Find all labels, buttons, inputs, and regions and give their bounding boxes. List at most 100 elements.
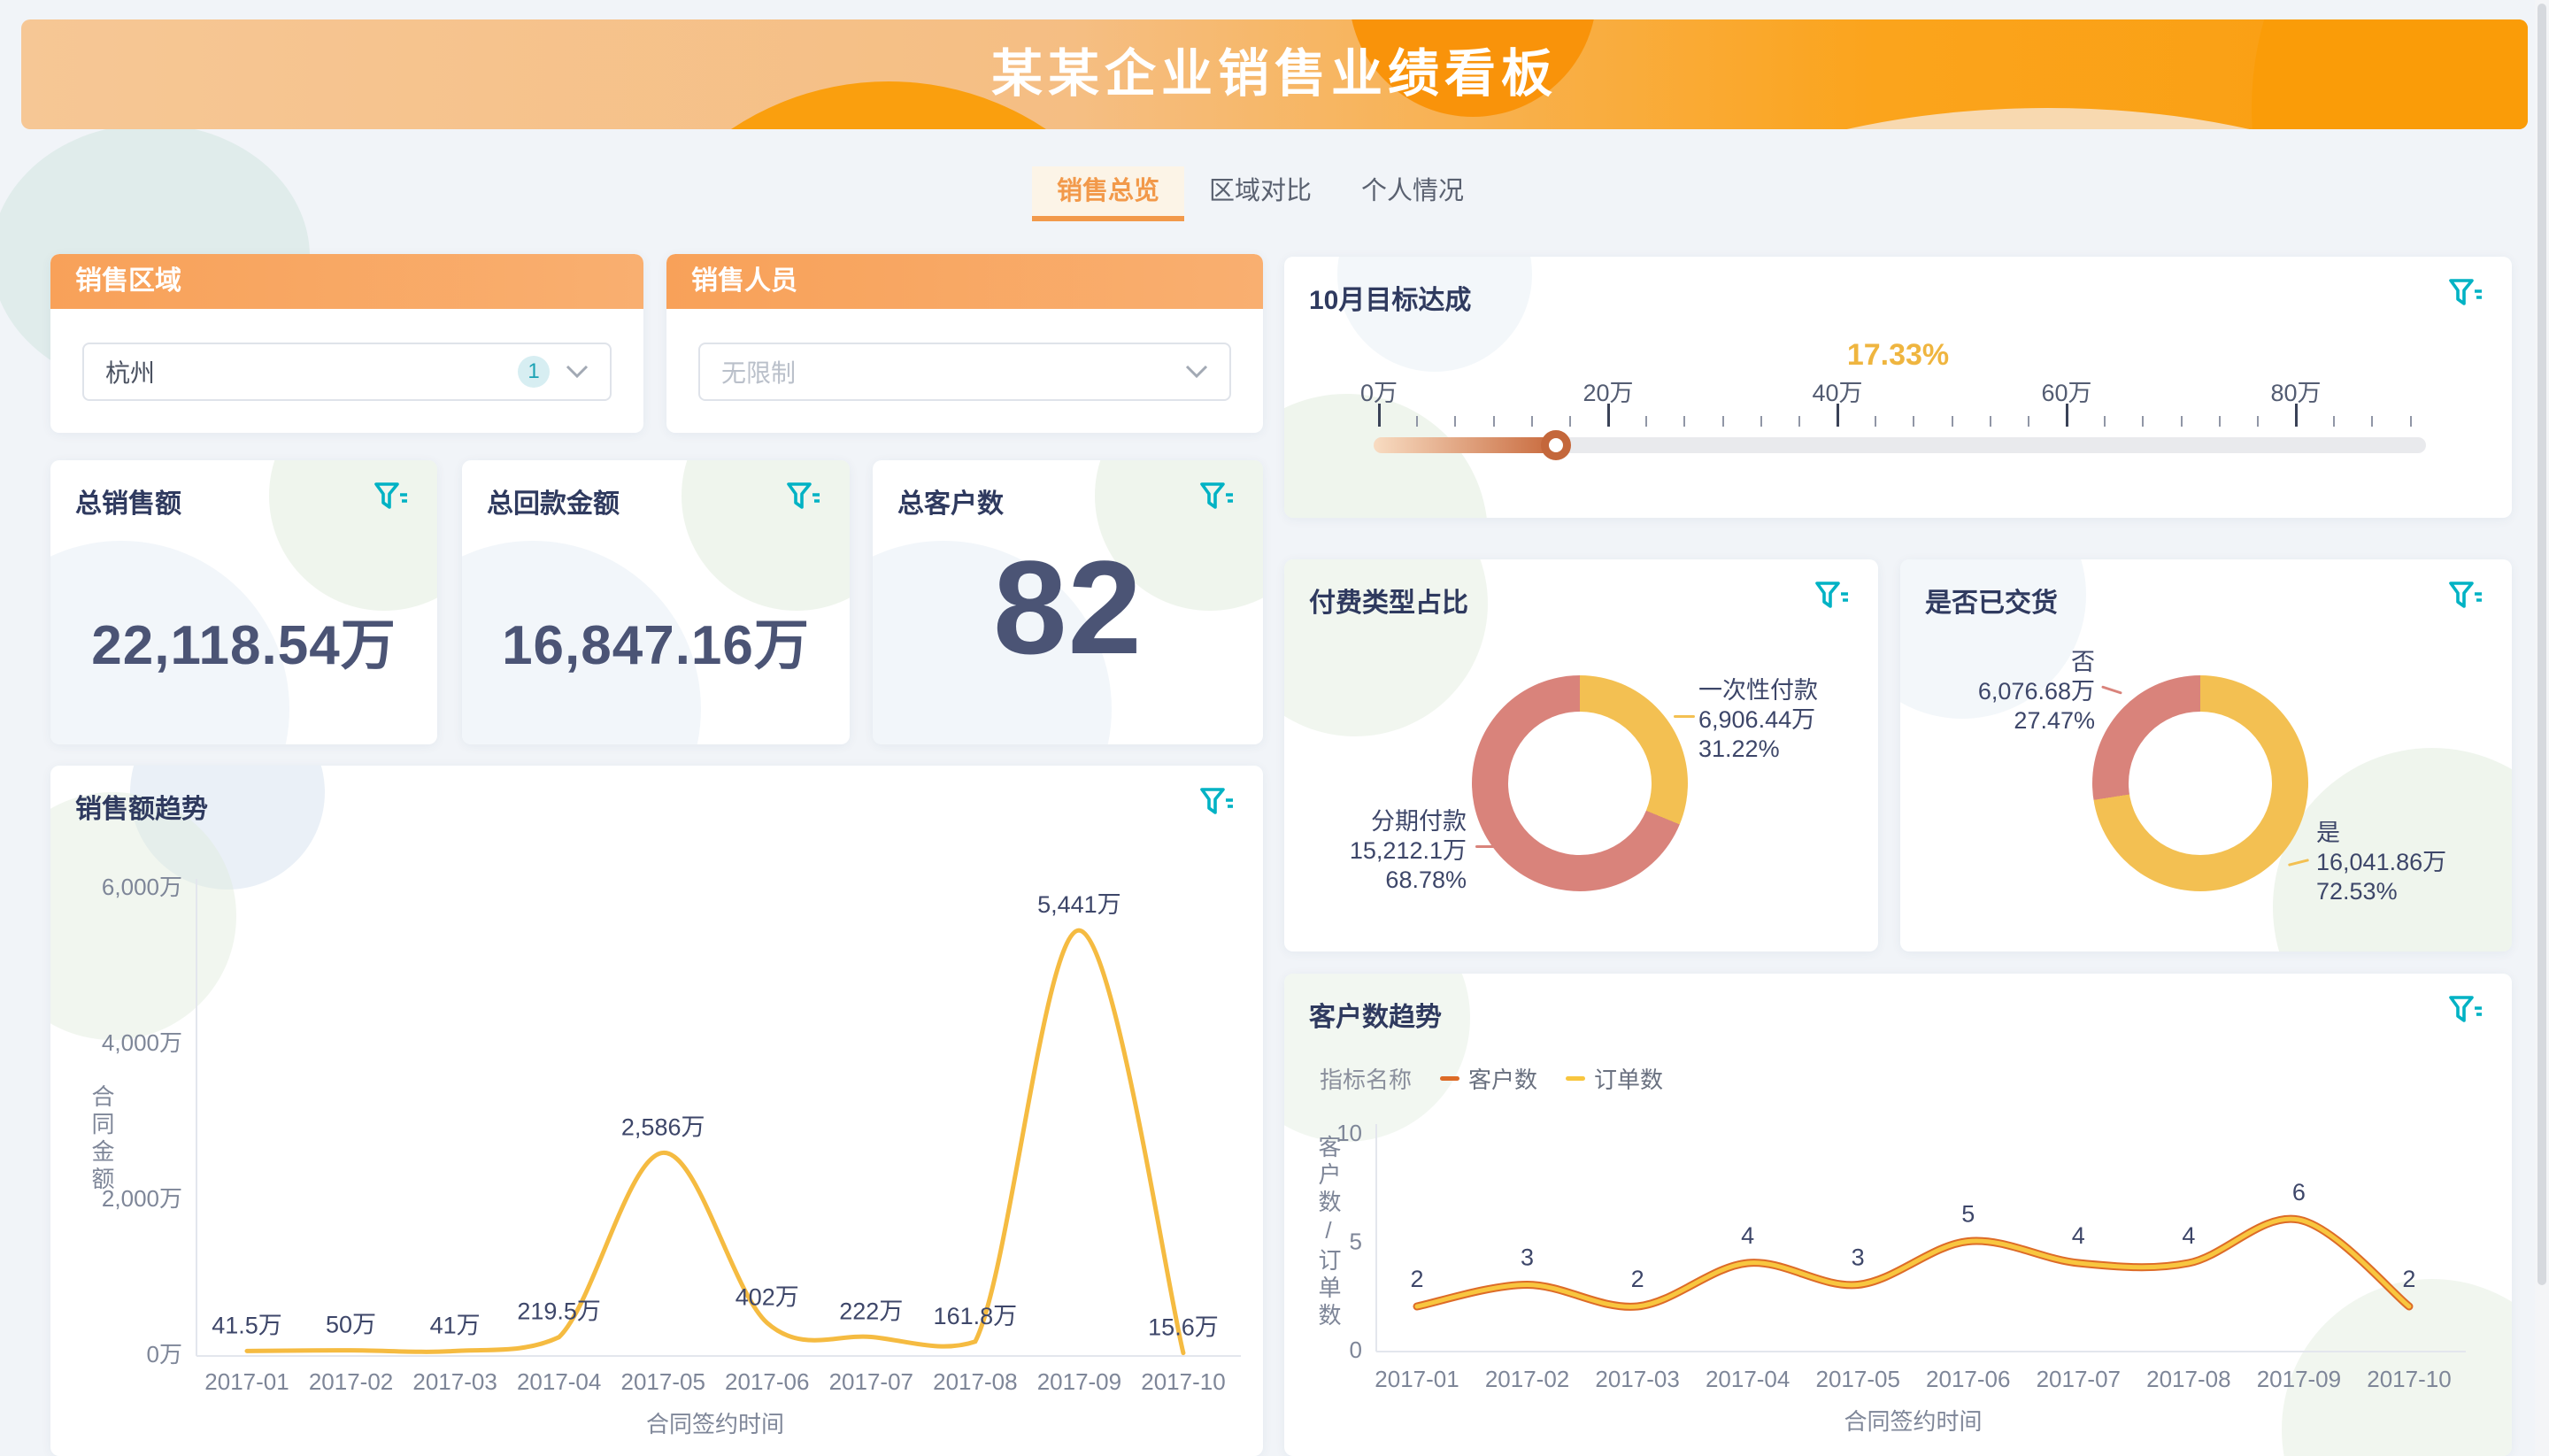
svg-text:2: 2 — [2402, 1266, 2415, 1292]
filter-funnel-icon[interactable] — [2448, 995, 2484, 1027]
scrollbar-thumb[interactable] — [2537, 4, 2546, 1285]
slice-percent: 68.78% — [1290, 866, 1467, 895]
slice-value: 15,212.1万 — [1290, 836, 1467, 866]
sales-trend-title: 销售额趋势 — [75, 787, 208, 826]
svg-text:2017-09: 2017-09 — [2257, 1366, 2341, 1392]
slice-percent: 31.22% — [1698, 735, 1818, 764]
chart-legend: 指标名称 客户数 订单数 — [1320, 1062, 1663, 1095]
legend-item-orders[interactable]: 订单数 — [1566, 1062, 1663, 1095]
dashboard-banner: 某某企业销售业绩看板 — [21, 19, 2528, 129]
kpi-value: 16,847.16万 — [462, 600, 850, 680]
svg-text:161.8万: 161.8万 — [934, 1303, 1018, 1329]
svg-text:402万: 402万 — [735, 1284, 799, 1311]
filter-region-title: 销售区域 — [50, 254, 643, 309]
svg-text:2017-02: 2017-02 — [309, 1368, 393, 1395]
gauge-tick — [1645, 416, 1647, 427]
svg-text:2017-08: 2017-08 — [2146, 1366, 2230, 1392]
svg-text:6,000万: 6,000万 — [102, 874, 182, 900]
gauge-tick — [1798, 416, 1800, 427]
gauge-tick — [2142, 416, 2144, 427]
svg-text:15.6万: 15.6万 — [1148, 1314, 1219, 1341]
gauge-tick — [1722, 416, 1724, 427]
delivery-status-title: 是否已交货 — [1925, 581, 2058, 620]
svg-text:2017-02: 2017-02 — [1485, 1366, 1569, 1392]
svg-text:5,441万: 5,441万 — [1037, 891, 1121, 918]
svg-text:5: 5 — [1350, 1229, 1362, 1255]
filter-funnel-icon[interactable] — [2448, 581, 2484, 612]
selection-count-badge: 1 — [518, 356, 550, 388]
svg-text:合同签约时间: 合同签约时间 — [1844, 1408, 1982, 1435]
kpi-title: 总客户数 — [897, 481, 1004, 520]
salesperson-select[interactable]: 无限制 — [698, 343, 1231, 401]
filter-funnel-icon[interactable] — [1814, 581, 1850, 612]
svg-text:41.5万: 41.5万 — [212, 1312, 282, 1338]
gauge-tick — [2257, 416, 2259, 427]
gauge-tick — [1990, 416, 1991, 427]
svg-text:2017-04: 2017-04 — [1706, 1366, 1790, 1392]
svg-text:2017-03: 2017-03 — [1595, 1366, 1679, 1392]
decorative-blob — [682, 460, 850, 611]
filter-funnel-icon[interactable] — [1199, 787, 1235, 819]
kpi-value: 22,118.54万 — [50, 600, 437, 680]
filter-funnel-icon[interactable] — [2448, 278, 2484, 310]
svg-text:2017-01: 2017-01 — [204, 1368, 289, 1395]
svg-text:2017-08: 2017-08 — [933, 1368, 1017, 1395]
svg-text:2017-07: 2017-07 — [829, 1368, 913, 1395]
tab-sales-overview[interactable]: 销售总览 — [1032, 166, 1184, 221]
svg-text:2017-01: 2017-01 — [1375, 1366, 1459, 1392]
tab-region-compare[interactable]: 区域对比 — [1184, 166, 1336, 216]
legend-item-customers[interactable]: 客户数 — [1440, 1062, 1537, 1095]
svg-text:2017-04: 2017-04 — [517, 1368, 601, 1395]
gauge-tick — [1837, 404, 1839, 427]
kpi-card-total-payment: 总回款金额 16,847.16万 — [462, 460, 850, 744]
gauge-tick — [2371, 416, 2373, 427]
legend-label: 订单数 — [1594, 1062, 1663, 1095]
slice-name: 是 — [2316, 819, 2446, 848]
filter-funnel-icon[interactable] — [373, 481, 409, 513]
gauge-tick — [1683, 416, 1685, 427]
gauge-slider-handle[interactable] — [1541, 430, 1571, 460]
kpi-card-total-customers: 总客户数 82 — [873, 460, 1263, 744]
slice-name: 否 — [1914, 648, 2095, 677]
filter-funnel-icon[interactable] — [786, 481, 821, 513]
target-gauge-card: 10月目标达成 17.33% 0万20万40万60万80万 — [1284, 257, 2512, 518]
region-select[interactable]: 杭州 1 — [82, 343, 612, 401]
filter-funnel-icon[interactable] — [1199, 481, 1235, 513]
svg-text:4: 4 — [2182, 1222, 2195, 1249]
svg-text:6: 6 — [2292, 1179, 2306, 1206]
svg-text:2017-07: 2017-07 — [2037, 1366, 2121, 1392]
payment-type-title: 付费类型占比 — [1309, 581, 1468, 620]
tab-personal[interactable]: 个人情况 — [1336, 166, 1489, 216]
target-gauge-title: 10月目标达成 — [1309, 278, 1471, 317]
gauge-tick — [1875, 416, 1876, 427]
chevron-down-icon — [1185, 365, 1208, 379]
gauge-tick — [1952, 416, 1953, 427]
svg-text:0: 0 — [1350, 1337, 1362, 1363]
gauge-tick — [1913, 416, 1914, 427]
region-select-value: 杭州 — [105, 354, 155, 389]
customer-trend-chart: 05102017-012017-022017-032017-042017-052… — [1284, 974, 2512, 1456]
svg-text:0万: 0万 — [147, 1341, 182, 1367]
pie-label-yes: 是 16,041.86万 72.53% — [2316, 819, 2446, 906]
svg-text:4: 4 — [2072, 1222, 2085, 1249]
svg-text:2017-06: 2017-06 — [1926, 1366, 2010, 1392]
slice-name: 分期付款 — [1290, 807, 1467, 836]
salesperson-select-placeholder: 无限制 — [721, 354, 796, 389]
gauge-tick — [1378, 404, 1381, 427]
svg-text:2,000万: 2,000万 — [102, 1185, 182, 1212]
gauge-tick — [2219, 416, 2221, 427]
gauge-tick — [1569, 416, 1571, 427]
pie-label-no: 否 6,076.68万 27.47% — [1914, 648, 2095, 736]
filter-card-salesperson: 销售人员 无限制 — [666, 254, 1263, 433]
gauge-tick — [2066, 404, 2068, 427]
svg-text:41万: 41万 — [430, 1312, 481, 1338]
slice-value: 6,076.68万 — [1914, 677, 2095, 706]
legend-dash-icon — [1566, 1076, 1585, 1081]
slice-value: 16,041.86万 — [2316, 848, 2446, 877]
gauge-tick — [2104, 416, 2106, 427]
gauge-tick — [2028, 416, 2029, 427]
pie-label-onetime: 一次性付款 6,906.44万 31.22% — [1698, 676, 1818, 764]
sales-trend-chart: 0万2,000万4,000万6,000万2017-012017-022017-0… — [50, 766, 1263, 1456]
gauge-tick — [2410, 416, 2412, 427]
gauge-tick — [1760, 416, 1762, 427]
